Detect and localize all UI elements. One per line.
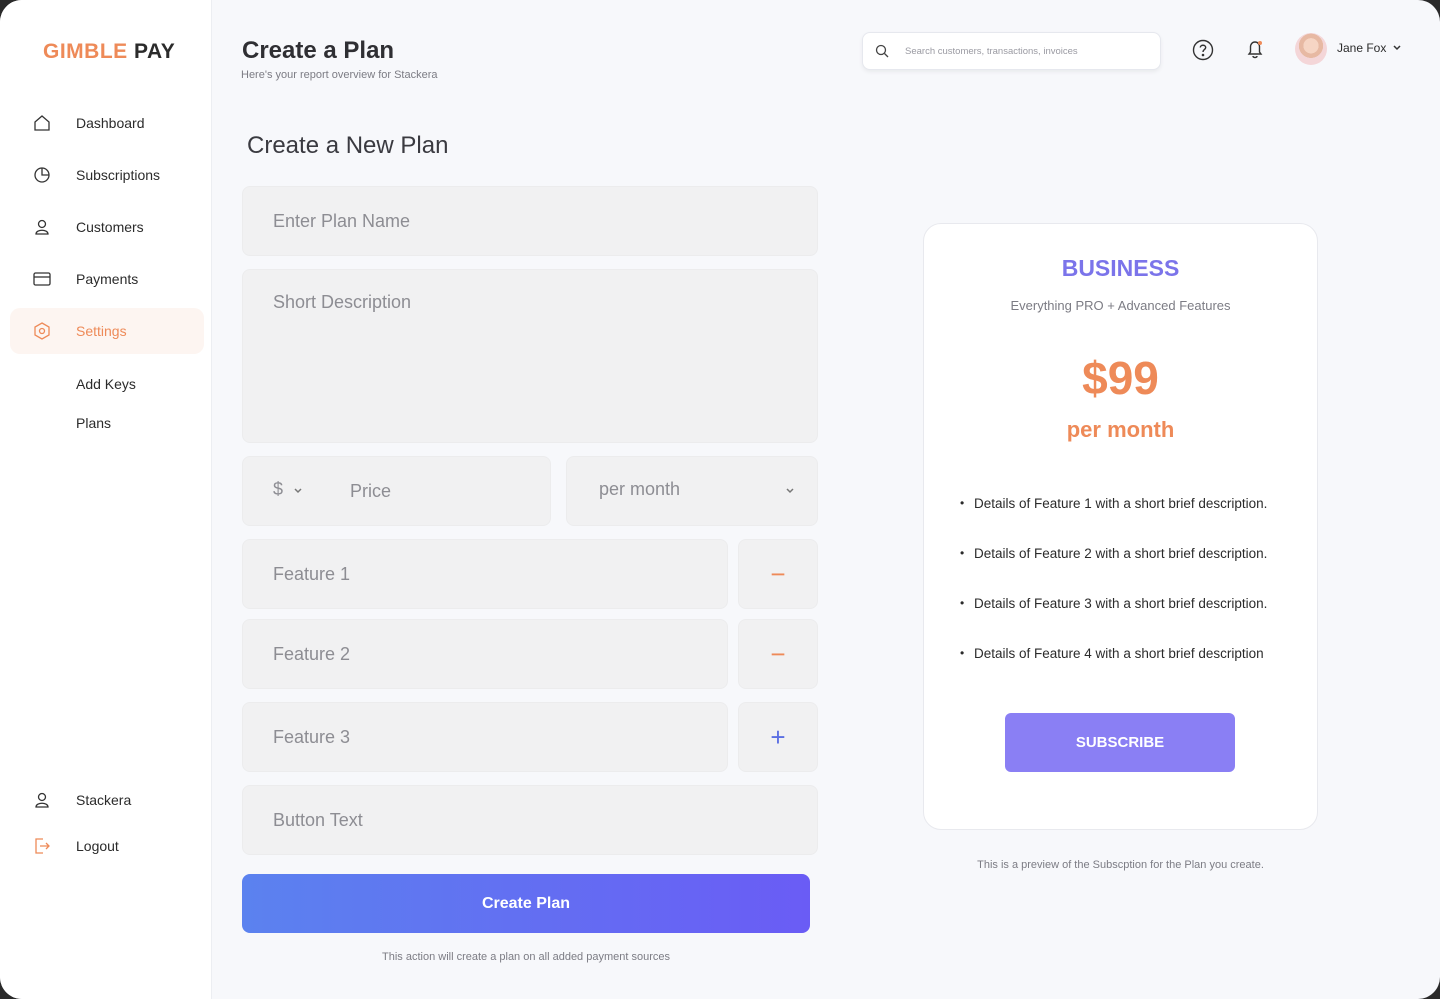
user-icon	[35, 219, 49, 235]
plan-tier-name: BUSINESS	[1061, 255, 1180, 281]
user-icon	[35, 792, 49, 808]
currency-select[interactable]: $	[273, 479, 283, 500]
sidebar-item-dashboard[interactable]: Dashboard	[10, 100, 204, 146]
sidebar-item-label: Subscriptions	[76, 167, 161, 183]
sidebar-subitem-add-keys[interactable]: Add Keys	[76, 376, 136, 392]
description-field	[242, 269, 818, 443]
minus-icon: −	[770, 559, 786, 589]
credit-card-icon	[33, 272, 51, 286]
remove-feature-1-button[interactable]: −	[738, 539, 818, 609]
button-text-input[interactable]	[273, 786, 787, 854]
avatar[interactable]	[1295, 33, 1327, 65]
price-input[interactable]	[350, 457, 530, 525]
plan-feature-item: Details of Feature 3 with a short brief …	[960, 596, 1267, 646]
sidebar-item-label: Stackera	[76, 792, 132, 808]
sidebar-item-label: Settings	[76, 323, 127, 339]
sidebar: GIMBLE PAY Dashboard Subscriptions Custo…	[0, 0, 212, 999]
plan-feature-list: Details of Feature 1 with a short brief …	[960, 496, 1267, 696]
sidebar-item-subscriptions[interactable]: Subscriptions	[10, 152, 204, 198]
search-input[interactable]	[905, 42, 1145, 60]
sidebar-item-customers[interactable]: Customers	[10, 204, 204, 250]
price-field: $	[242, 456, 551, 526]
chevron-down-icon	[786, 488, 794, 494]
sidebar-item-logout[interactable]: Logout	[10, 823, 204, 869]
settings-hex-icon	[34, 322, 50, 340]
create-plan-note: This action will create a plan on all ad…	[382, 951, 670, 963]
plan-name-input[interactable]	[273, 187, 787, 255]
feature-2-field	[242, 619, 728, 689]
bell-icon[interactable]	[1246, 39, 1264, 59]
help-icon[interactable]	[1192, 39, 1214, 61]
sidebar-item-label: Customers	[76, 219, 144, 235]
home-icon	[34, 115, 50, 131]
sidebar-item-label: Logout	[76, 838, 119, 854]
add-feature-button[interactable]: +	[738, 702, 818, 772]
page-subtitle: Here's your report overview for Stackera	[241, 69, 438, 81]
preview-note: This is a preview of the Subscption for …	[977, 859, 1264, 871]
plan-preview-card: BUSINESS Everything PRO + Advanced Featu…	[923, 223, 1318, 830]
brand-logo-part1: GIMBLE	[43, 40, 128, 63]
chevron-down-icon[interactable]	[293, 487, 303, 495]
description-input[interactable]	[273, 292, 787, 424]
search-icon	[875, 44, 889, 58]
brand-logo[interactable]: GIMBLE PAY	[43, 40, 175, 64]
feature-1-input[interactable]	[273, 540, 697, 608]
minus-icon: −	[770, 639, 786, 669]
plan-period: per month	[1066, 417, 1175, 442]
sidebar-item-stackera[interactable]: Stackera	[10, 777, 204, 823]
subscribe-button[interactable]: SUBSCRIBE	[1005, 713, 1235, 772]
sidebar-item-settings[interactable]: Settings	[10, 308, 204, 354]
plan-feature-item: Details of Feature 1 with a short brief …	[960, 496, 1267, 546]
app-frame: GIMBLE PAY Dashboard Subscriptions Custo…	[0, 0, 1440, 999]
logout-icon	[35, 838, 50, 854]
plan-price: $99	[1082, 352, 1159, 404]
plus-icon: +	[770, 722, 786, 752]
page-title: Create a Plan	[242, 37, 395, 64]
period-select-value: per month	[599, 479, 681, 499]
period-select[interactable]: per month	[566, 456, 818, 526]
feature-2-input[interactable]	[273, 620, 697, 688]
plan-feature-item: Details of Feature 4 with a short brief …	[960, 646, 1267, 696]
plan-name-field	[242, 186, 818, 256]
button-text-field	[242, 785, 818, 855]
form-title: Create a New Plan	[247, 132, 449, 159]
remove-feature-2-button[interactable]: −	[738, 619, 818, 689]
brand-logo-part2: PAY	[127, 40, 176, 63]
plan-feature-item: Details of Feature 2 with a short brief …	[960, 546, 1267, 596]
pie-chart-icon	[34, 167, 50, 183]
sidebar-item-label: Payments	[76, 271, 139, 287]
user-name[interactable]: Jane Fox	[1337, 41, 1386, 55]
create-plan-button[interactable]: Create Plan	[242, 874, 810, 933]
plan-tier-description: Everything PRO + Advanced Features	[1010, 298, 1231, 313]
sidebar-subitem-plans[interactable]: Plans	[76, 415, 111, 431]
sidebar-item-payments[interactable]: Payments	[10, 256, 204, 302]
feature-1-field	[242, 539, 728, 609]
feature-3-field	[242, 702, 728, 772]
feature-3-input[interactable]	[273, 703, 697, 771]
sidebar-item-label: Dashboard	[76, 115, 145, 131]
search-bar	[862, 32, 1161, 70]
chevron-down-icon[interactable]	[1392, 44, 1402, 52]
